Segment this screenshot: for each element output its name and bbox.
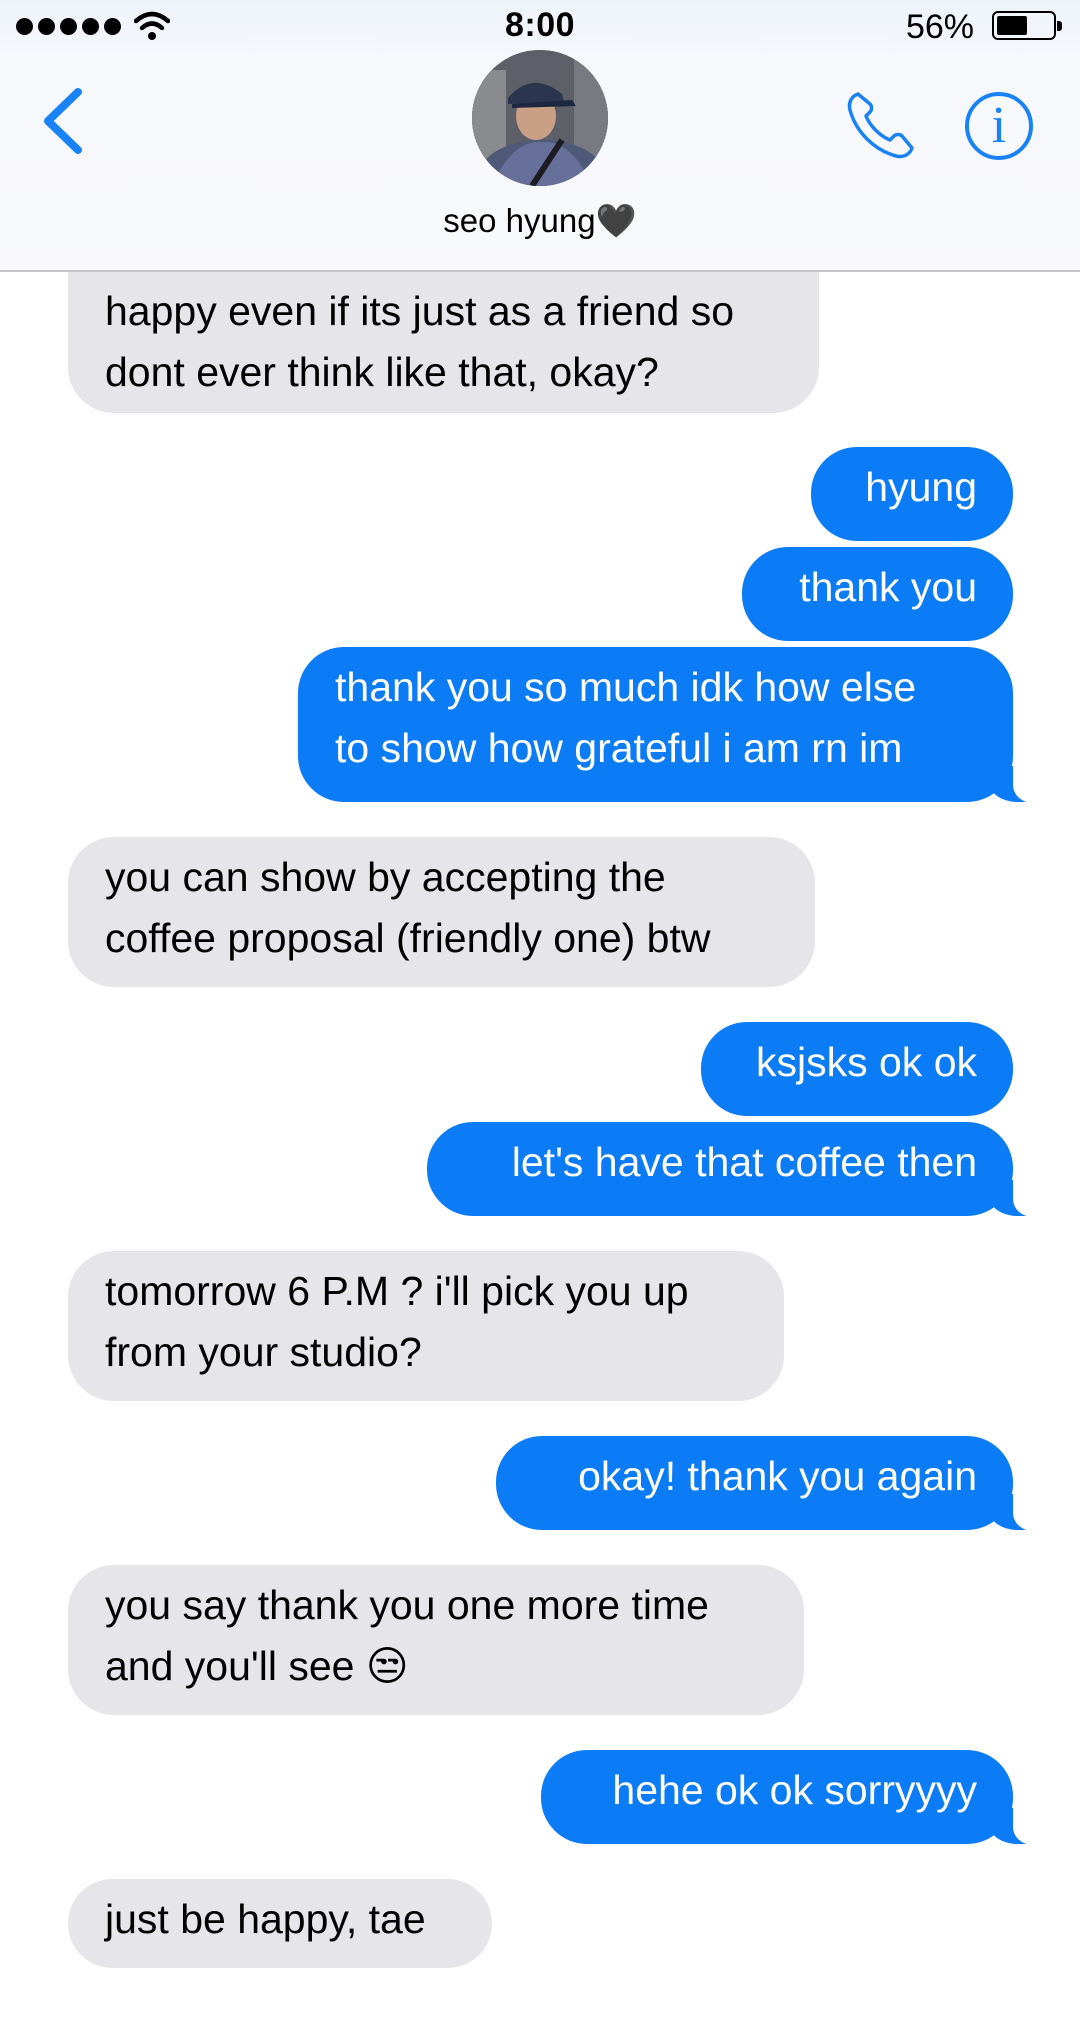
avatar[interactable] xyxy=(472,50,608,186)
outgoing-message[interactable]: thank you xyxy=(742,547,1013,641)
message-line: ksjsks ok ok xyxy=(756,1039,977,1085)
message-line: just be happy, tae xyxy=(105,1896,426,1942)
message-line: tomorrow 6 P.M ? i'll pick you up xyxy=(105,1268,689,1314)
message-line: thank you so much idk how else xyxy=(335,664,917,710)
message-line: dont ever think like that, okay? xyxy=(105,349,659,395)
message-line: let's have that coffee then xyxy=(511,1139,977,1185)
message-line: to show how grateful i am rn im xyxy=(335,725,903,771)
outgoing-message[interactable]: okay! thank you again xyxy=(496,1436,1043,1531)
incoming-message[interactable]: you can show by accepting the coffee pro… xyxy=(38,837,815,988)
incoming-message[interactable]: tomorrow 6 P.M ? i'll pick you up from y… xyxy=(38,1251,784,1402)
status-bar: 8:00 56% xyxy=(0,0,1080,52)
conversation-header: 8:00 56% seo hyung🖤 i xyxy=(0,0,1080,272)
message-line: you can show by accepting the xyxy=(105,854,666,900)
outgoing-message[interactable]: let's have that coffee then xyxy=(427,1122,1043,1217)
message-thread[interactable]: happy even if its just as a friend so do… xyxy=(0,0,1080,2031)
message-line: hyung xyxy=(865,464,977,510)
incoming-message[interactable]: you say thank you one more time and you'… xyxy=(38,1565,804,1716)
message-line: and you'll see 😒 xyxy=(105,1643,409,1689)
chevron-left-icon[interactable] xyxy=(38,86,88,156)
message-line: coffee proposal (friendly one) btw xyxy=(105,915,711,961)
message-line: okay! thank you again xyxy=(578,1453,977,1499)
battery-icon xyxy=(992,11,1062,40)
outgoing-message[interactable]: thank you so much idk how else to show h… xyxy=(298,647,1043,803)
message-line: happy even if its just as a friend so xyxy=(105,288,735,334)
phone-icon[interactable] xyxy=(844,88,916,162)
messages-screen: happy even if its just as a friend so do… xyxy=(0,0,1080,2031)
message-line: thank you xyxy=(799,564,977,610)
outgoing-message[interactable]: hehe ok ok sorryyyy xyxy=(541,1750,1043,1845)
outgoing-message[interactable]: hyung xyxy=(811,447,1013,541)
message-line: you say thank you one more time xyxy=(105,1582,709,1628)
outgoing-message[interactable]: ksjsks ok ok xyxy=(701,1022,1013,1116)
message-line: hehe ok ok sorryyyy xyxy=(612,1767,977,1813)
info-icon[interactable]: i xyxy=(965,92,1033,160)
contact-name[interactable]: seo hyung🖤 xyxy=(0,202,1080,241)
battery-percent: 56% xyxy=(905,8,974,46)
message-line: from your studio? xyxy=(105,1329,422,1375)
incoming-message[interactable]: just be happy, tae xyxy=(38,1879,492,1969)
